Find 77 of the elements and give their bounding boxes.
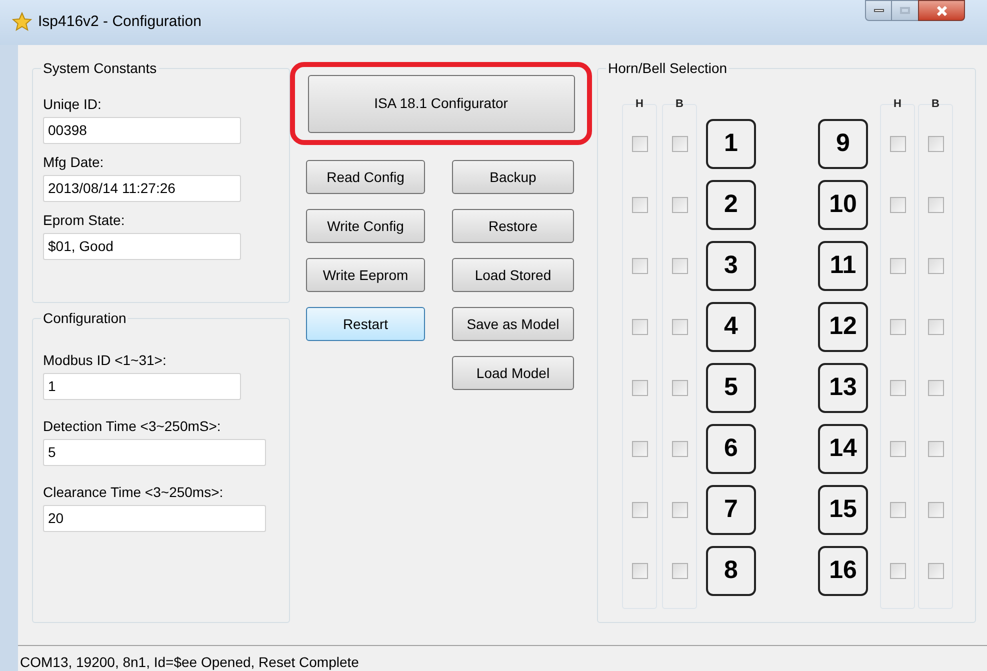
- action-button[interactable]: Write Eeprom: [306, 258, 425, 292]
- input-field[interactable]: 20: [43, 505, 266, 532]
- status-text: COM13, 19200, 8n1, Id=$ee Opened, Reset Complete: [19, 653, 360, 671]
- channel-number: 13: [818, 363, 868, 413]
- channel-number: 7: [706, 485, 756, 535]
- checkbox[interactable]: [928, 136, 944, 152]
- action-button[interactable]: Backup: [452, 160, 574, 194]
- checkbox[interactable]: [890, 197, 906, 213]
- channel-number: 15: [818, 485, 868, 535]
- checkbox[interactable]: [672, 319, 688, 335]
- checkbox[interactable]: [890, 258, 906, 274]
- checkbox[interactable]: [632, 319, 648, 335]
- minimize-button[interactable]: [865, 0, 892, 21]
- action-button[interactable]: Read Config: [306, 160, 425, 194]
- configurator-button[interactable]: ISA 18.1 Configurator: [308, 74, 574, 132]
- checkbox[interactable]: [632, 258, 648, 274]
- channel-number: 14: [818, 424, 868, 474]
- channel-number: 2: [706, 180, 756, 230]
- checkbox[interactable]: [672, 258, 688, 274]
- star-icon: [12, 12, 32, 32]
- input-field[interactable]: 5: [43, 439, 266, 466]
- checkbox[interactable]: [890, 441, 906, 457]
- action-button[interactable]: Restore: [452, 209, 574, 243]
- checkbox[interactable]: [890, 380, 906, 396]
- action-button[interactable]: Write Config: [306, 209, 425, 243]
- channel-number: 6: [706, 424, 756, 474]
- field-label: Mfg Date:: [43, 153, 105, 171]
- action-button[interactable]: Load Stored: [452, 258, 574, 292]
- checkbox[interactable]: [928, 258, 944, 274]
- maximize-button[interactable]: [892, 0, 918, 21]
- checkbox[interactable]: [632, 441, 648, 457]
- action-button[interactable]: Restart: [306, 307, 425, 341]
- checkbox[interactable]: [890, 319, 906, 335]
- checkbox[interactable]: [632, 563, 648, 579]
- checkbox[interactable]: [632, 136, 648, 152]
- checkbox[interactable]: [890, 136, 906, 152]
- checkbox[interactable]: [632, 380, 648, 396]
- checkbox[interactable]: [672, 197, 688, 213]
- field-label: Clearance Time <3~250ms>:: [43, 483, 224, 501]
- checkbox[interactable]: [890, 563, 906, 579]
- checkbox[interactable]: [632, 502, 648, 518]
- window-title: Isp416v2 - Configuration: [38, 12, 202, 32]
- checkbox[interactable]: [928, 197, 944, 213]
- channel-number: 5: [706, 363, 756, 413]
- close-icon: [936, 6, 948, 16]
- checkbox[interactable]: [672, 563, 688, 579]
- field-label: Modbus ID <1~31>:: [43, 351, 168, 369]
- checkbox[interactable]: [928, 380, 944, 396]
- checkbox[interactable]: [890, 502, 906, 518]
- field-label: Detection Time <3~250mS>:: [43, 417, 222, 435]
- channel-number: 11: [818, 241, 868, 291]
- action-button[interactable]: Save as Model: [452, 307, 574, 341]
- field-label: Uniqe ID:: [43, 95, 102, 113]
- checkbox[interactable]: [672, 136, 688, 152]
- channel-number: 16: [818, 546, 868, 596]
- input-field[interactable]: 00398: [43, 117, 241, 144]
- channel-number: 10: [818, 180, 868, 230]
- channel-number: 8: [706, 546, 756, 596]
- input-field[interactable]: 2013/08/14 11:27:26: [43, 175, 241, 202]
- checkbox[interactable]: [672, 380, 688, 396]
- field-label: Eprom State:: [43, 211, 126, 229]
- input-field[interactable]: 1: [43, 373, 241, 400]
- checkbox[interactable]: [672, 502, 688, 518]
- channel-number: 3: [706, 241, 756, 291]
- channel-number: 9: [818, 119, 868, 169]
- checkbox[interactable]: [928, 441, 944, 457]
- checkbox[interactable]: [632, 197, 648, 213]
- checkbox[interactable]: [928, 563, 944, 579]
- close-button[interactable]: [918, 0, 965, 21]
- input-field[interactable]: $01, Good: [43, 233, 241, 260]
- checkbox[interactable]: [928, 502, 944, 518]
- channel-number: 1: [706, 119, 756, 169]
- channel-number: 12: [818, 302, 868, 352]
- checkbox[interactable]: [928, 319, 944, 335]
- channel-number: 4: [706, 302, 756, 352]
- checkbox[interactable]: [672, 441, 688, 457]
- action-button[interactable]: Load Model: [452, 356, 574, 390]
